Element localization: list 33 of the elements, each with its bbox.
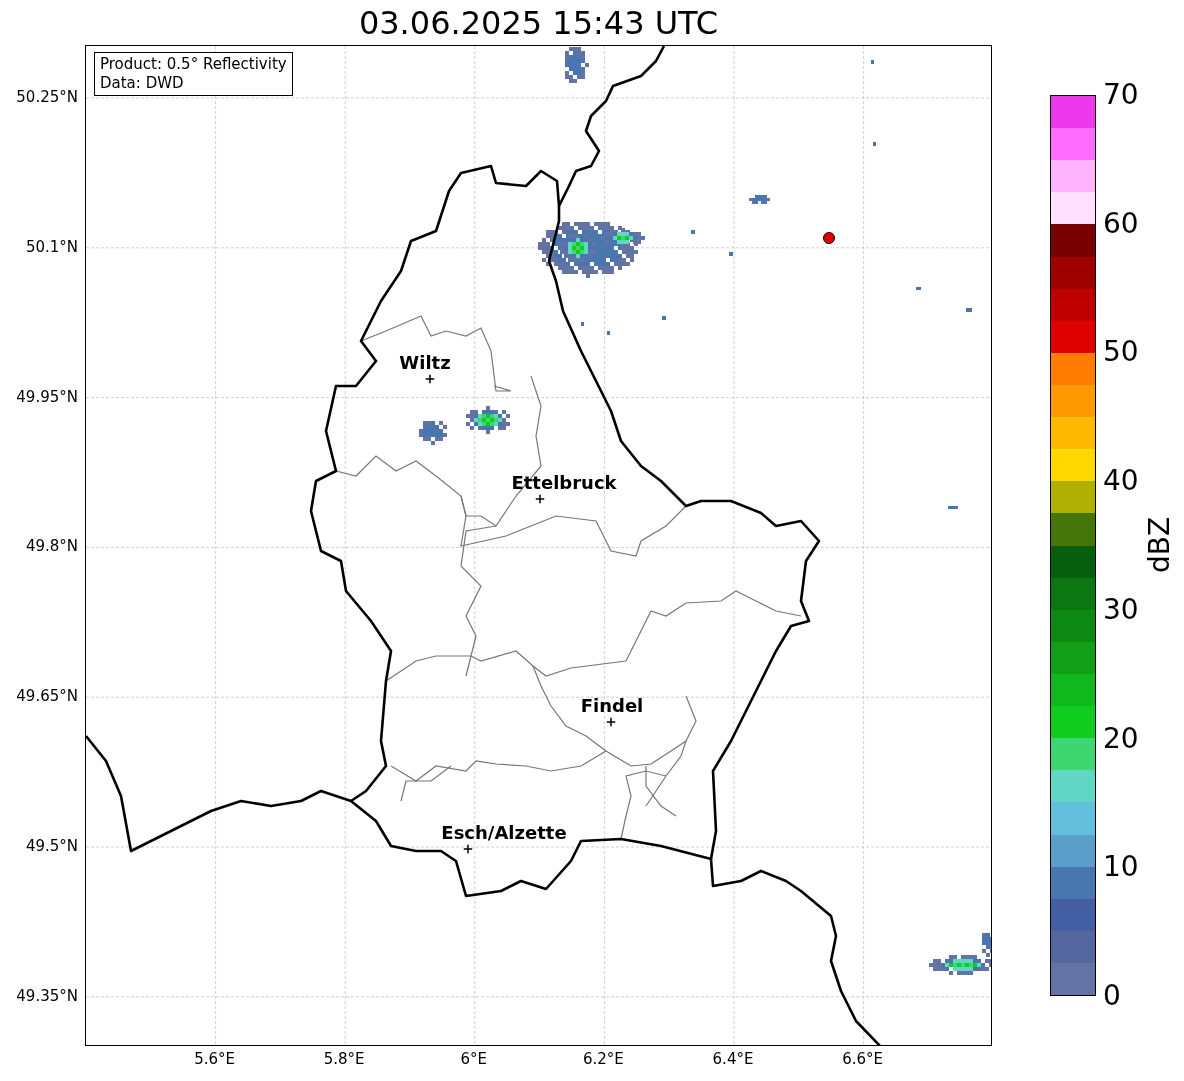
colorbar-tick-label: 70 — [1103, 81, 1139, 109]
latitude-tick-label: 49.65°N — [16, 688, 78, 704]
city-marker-icon — [535, 494, 545, 504]
city-label: Findel — [580, 697, 644, 715]
colorbar-tick-label: 40 — [1103, 467, 1139, 496]
longitude-tick-label: 6.2°E — [582, 1052, 624, 1067]
city-label: Wiltz — [399, 354, 451, 372]
colorbar-label: dBZ — [1146, 516, 1174, 574]
longitude-tick-label: 6.4°E — [712, 1052, 754, 1067]
longitude-tick-label: 6°E — [460, 1052, 488, 1067]
colorbar-tick-label: 60 — [1103, 209, 1139, 238]
colorbar-tick-label: 30 — [1103, 595, 1139, 624]
city-label: Ettelbruck — [511, 474, 617, 492]
latitude-tick-label: 49.35°N — [16, 988, 78, 1004]
city-marker-icon — [463, 844, 473, 854]
info-text: Data: DWD — [100, 74, 185, 93]
latitude-tick-label: 49.8°N — [25, 538, 78, 554]
latitude-tick-label: 49.5°N — [25, 838, 78, 854]
colorbar-tick-label: 0 — [1103, 982, 1121, 1010]
map-title: 03.06.2025 15:43 UTC — [357, 2, 720, 44]
info-text: Product: 0.5° Reflectivity — [100, 55, 287, 74]
longitude-tick-label: 5.8°E — [323, 1052, 365, 1067]
city-marker-icon — [606, 717, 616, 727]
city-label: Esch/Alzette — [441, 824, 567, 842]
latitude-tick-label: 50.1°N — [25, 239, 78, 255]
latitude-tick-label: 50.25°N — [16, 89, 78, 105]
longitude-tick-label: 6.6°E — [842, 1052, 883, 1067]
colorbar-tick-label: 50 — [1103, 338, 1139, 367]
longitude-tick-label: 5.6°E — [194, 1052, 235, 1067]
colorbar-tick-label: 10 — [1103, 853, 1139, 882]
latitude-tick-label: 49.95°N — [16, 389, 78, 405]
colorbar-tick-label: 20 — [1103, 724, 1139, 753]
city-marker-icon — [425, 374, 435, 384]
